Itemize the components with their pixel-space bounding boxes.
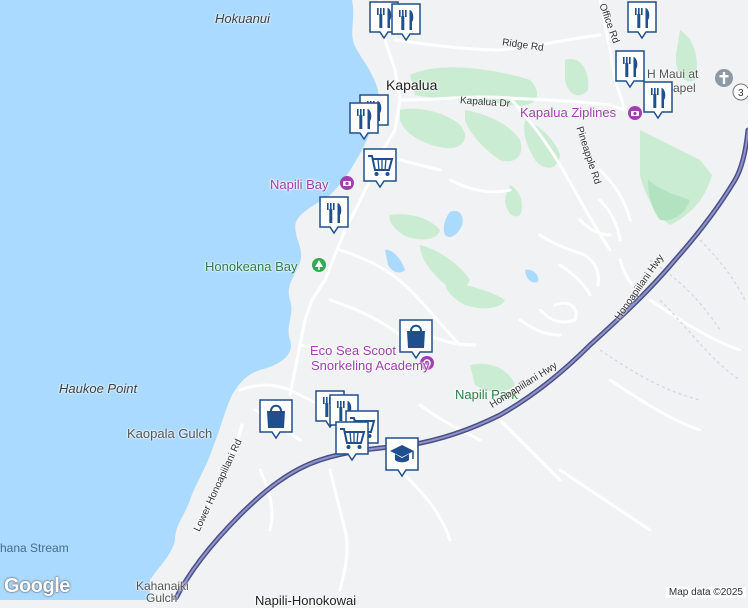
label-kaopala-gulch: Kaopala Gulch [127, 426, 213, 441]
shopping-bag-marker-1[interactable] [398, 318, 433, 360]
shopping-cart-icon [363, 148, 397, 189]
label-kapalua: Kapalua [386, 77, 438, 93]
shopping-cart-marker-3[interactable] [334, 420, 369, 462]
fork-knife-icon [391, 3, 421, 42]
label-h-maui: H Maui at [647, 67, 699, 81]
school-marker[interactable] [384, 436, 419, 478]
label-bottom-town: Napili-Honokowai [255, 593, 357, 608]
restaurant-marker-6[interactable] [626, 0, 658, 40]
shopping-cart-icon [335, 421, 369, 462]
label-kapalua-ziplines[interactable]: Kapalua Ziplines [520, 105, 616, 120]
restaurant-marker-2[interactable] [390, 2, 422, 42]
shopping-cart-marker-1[interactable] [362, 147, 397, 189]
fork-knife-icon [627, 1, 657, 40]
shopping-bag-icon [259, 399, 293, 440]
fork-knife-icon [643, 81, 673, 120]
fork-knife-icon [349, 102, 379, 141]
label-napili-bay[interactable]: Napili Bay [270, 177, 329, 192]
label-hana-stream: hana Stream [0, 541, 69, 555]
label-kahanaiki-gulch: Gulch [146, 591, 178, 605]
church-icon [715, 69, 733, 87]
label-hokuanui: Hokuanui [215, 11, 270, 26]
label-snorkeling-academy[interactable]: Snorkeling Academy [311, 358, 430, 373]
shopping-bag-icon [399, 319, 433, 360]
restaurant-marker-4[interactable] [348, 101, 380, 141]
fork-knife-icon [319, 196, 349, 235]
label-haukoe-point: Haukoe Point [59, 381, 138, 396]
map-attribution[interactable]: Map data ©2025 [665, 587, 746, 598]
restaurant-marker-7[interactable] [642, 80, 674, 120]
label-honokeana-bay[interactable]: Honokeana Bay [205, 259, 298, 274]
svg-text:3: 3 [738, 88, 744, 99]
shopping-bag-marker-2[interactable] [258, 398, 293, 440]
route-shield-icon: 3 [732, 83, 748, 101]
label-eco-sea-scoot[interactable]: Eco Sea Scoot [310, 343, 396, 358]
zipline-poi-icon[interactable] [628, 106, 642, 120]
restaurant-marker-5[interactable] [318, 195, 350, 235]
google-logo[interactable]: Google [4, 575, 70, 598]
graduation-cap-icon [385, 437, 419, 478]
park-tree-icon[interactable] [312, 258, 326, 272]
camera-poi-icon[interactable] [340, 176, 354, 190]
